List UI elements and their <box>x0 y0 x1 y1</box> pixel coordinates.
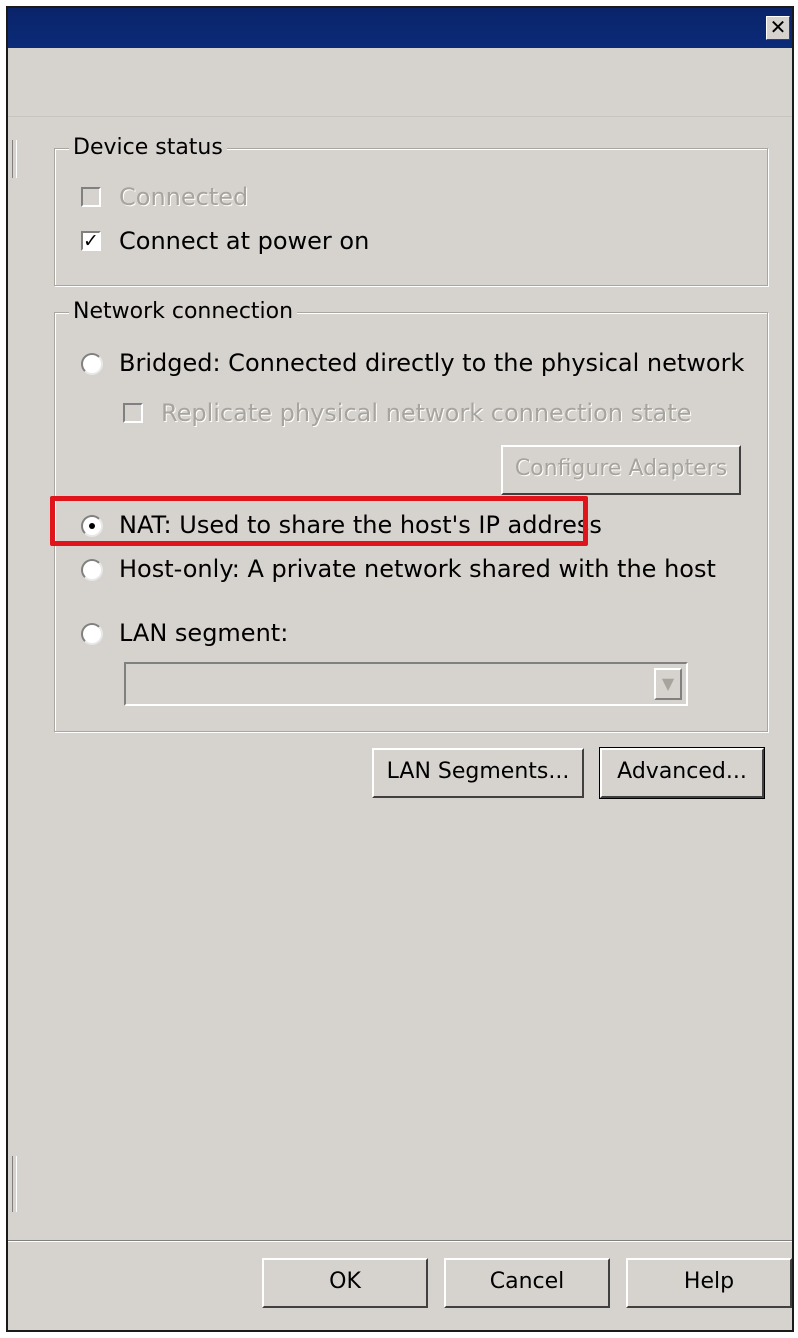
checkmark-icon[interactable]: ✓ <box>81 231 101 251</box>
help-button[interactable]: Help <box>626 1258 792 1308</box>
device-status-legend: Device status <box>69 136 227 160</box>
close-icon[interactable]: ✕ <box>766 16 790 40</box>
dialog-window: ✕ Device status Connected ✓ Connect at p… <box>6 6 794 1332</box>
radio-circle[interactable] <box>81 623 103 645</box>
network-connection-legend: Network connection <box>69 300 298 324</box>
lan-segment-dropdown: ▼ <box>124 662 688 706</box>
checkbox-box <box>81 187 101 207</box>
configure-adapters-button: Configure Adapters <box>501 445 741 495</box>
cancel-button[interactable]: Cancel <box>444 1258 610 1308</box>
header-strip <box>8 48 792 117</box>
lan-segment-label[interactable]: LAN segment: <box>119 619 288 647</box>
nat-highlight-box <box>50 496 588 546</box>
title-bar: ✕ <box>8 8 792 48</box>
bridged-label[interactable]: Bridged: Connected directly to the physi… <box>119 349 744 377</box>
footer-separator <box>8 1240 792 1242</box>
ok-button[interactable]: OK <box>262 1258 428 1308</box>
replicate-label: Replicate physical network connection st… <box>161 399 692 427</box>
left-panel-edge <box>12 1156 17 1212</box>
lan-segments-button[interactable]: LAN Segments... <box>372 748 584 798</box>
advanced-button[interactable]: Advanced... <box>599 747 765 799</box>
connected-label: Connected <box>119 183 249 211</box>
left-panel-edge <box>12 140 17 178</box>
checkbox-box <box>123 403 143 423</box>
radio-circle[interactable] <box>81 353 103 375</box>
device-status-group: Device status Connected ✓ Connect at pow… <box>54 136 768 286</box>
connect-at-power-on-label[interactable]: Connect at power on <box>119 227 369 255</box>
chevron-down-icon: ▼ <box>654 668 682 700</box>
host-only-label[interactable]: Host-only: A private network shared with… <box>119 555 716 583</box>
radio-circle[interactable] <box>81 559 103 581</box>
